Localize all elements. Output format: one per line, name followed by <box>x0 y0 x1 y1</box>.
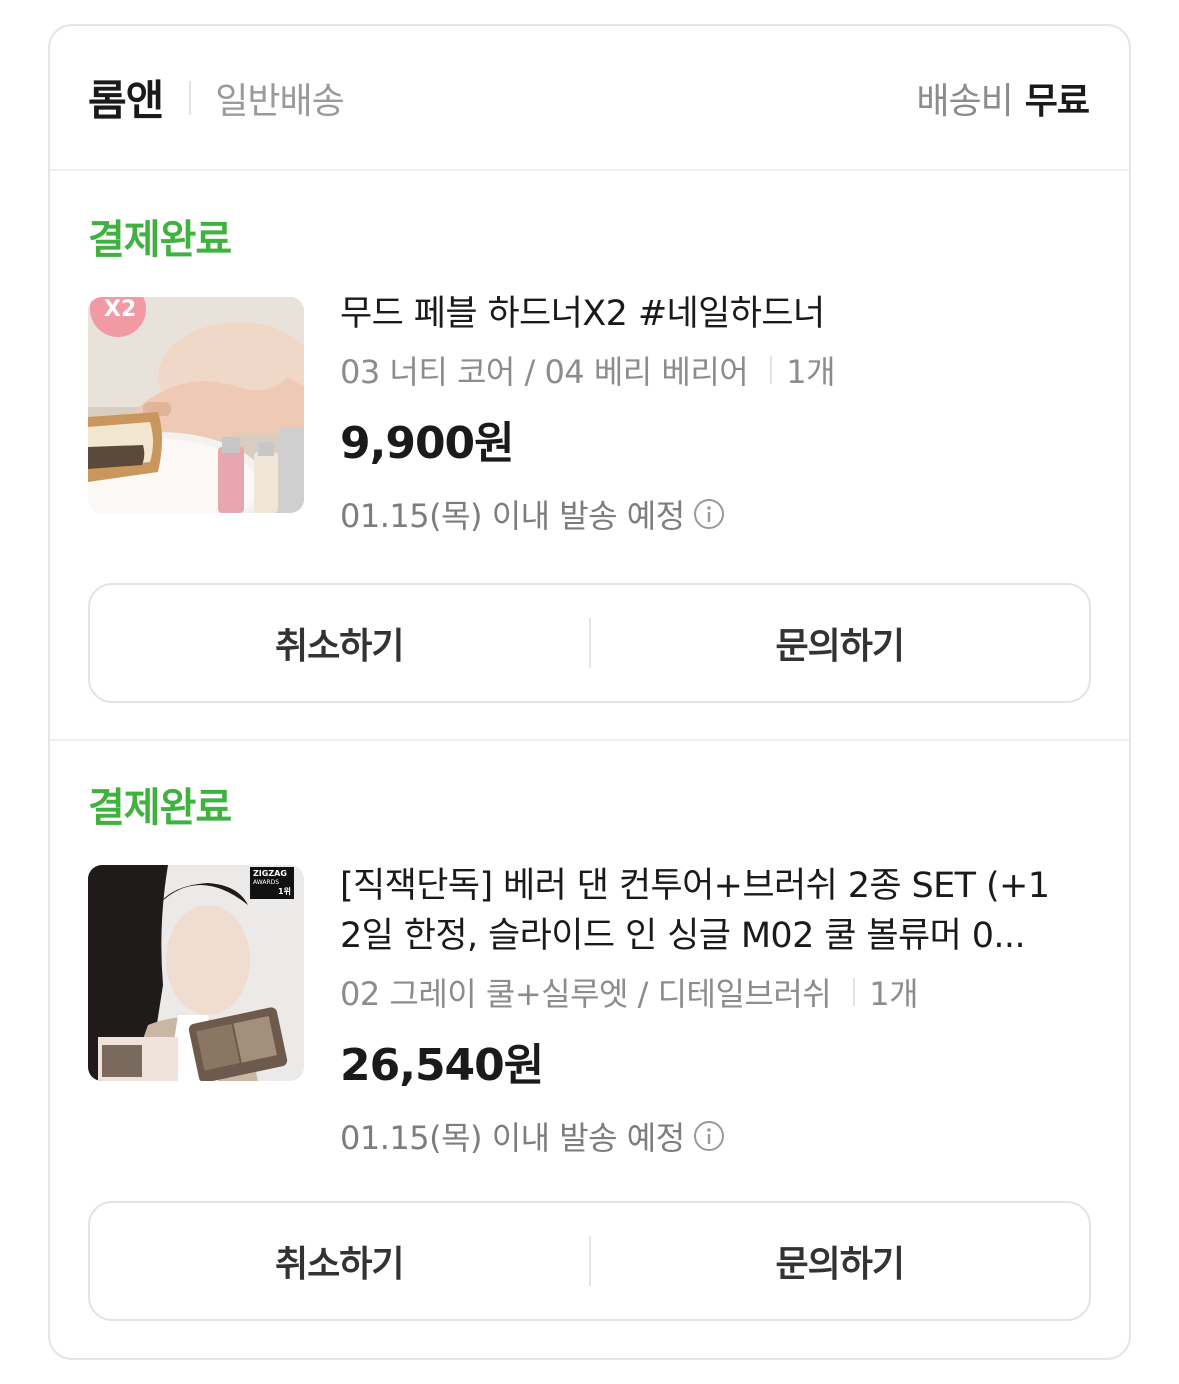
order-item: 결제완료 X2 무드 페블 하드너X2 #네일하드너 03 너티 코어 / 04… <box>50 171 1129 739</box>
product-option: 03 너티 코어 / 04 베리 베리어 1개 <box>340 347 1089 393</box>
order-card: 롬앤 일반배송 배송비 무료 결제완료 X2 무드 페블 하드너X2 #네일하드… <box>48 24 1131 1360</box>
header-divider <box>189 80 192 115</box>
order-status: 결제완료 <box>88 785 232 831</box>
product-price: 26,540원 <box>340 1040 544 1091</box>
store-name[interactable]: 롬앤 <box>88 67 164 128</box>
product-title[interactable]: [직잭단독] 베러 댄 컨투어+브러쉬 2종 SET (+1 2일 한정, 슬라… <box>340 861 1089 961</box>
product-title-line2: 2일 한정, 슬라이드 인 싱글 M02 쿨 볼류머 0... <box>340 916 1026 956</box>
option-divider <box>853 978 856 1006</box>
info-icon[interactable] <box>693 1120 725 1152</box>
cancel-button[interactable]: 취소하기 <box>90 1235 589 1287</box>
product-info: [직잭단독] 베러 댄 컨투어+브러쉬 2종 SET (+1 2일 한정, 슬라… <box>340 861 1089 1159</box>
quantity: 1개 <box>869 975 919 1013</box>
order-actions: 취소하기 문의하기 <box>88 583 1091 703</box>
shipping-fee-label: 배송비 <box>916 80 1013 122</box>
ship-date: 01.15(목) 이내 발송 예정 <box>340 1113 1089 1159</box>
info-icon[interactable] <box>693 498 725 530</box>
shipping-type: 일반배송 <box>215 80 344 122</box>
thumbnail-badge-rank: 1위 <box>278 887 291 896</box>
inquiry-button[interactable]: 문의하기 <box>591 617 1090 669</box>
product-image <box>88 297 304 513</box>
order-status: 결제완료 <box>88 217 232 263</box>
product-image <box>88 865 304 1081</box>
product-info: 무드 페블 하드너X2 #네일하드너 03 너티 코어 / 04 베리 베리어 … <box>340 289 1089 537</box>
product-title[interactable]: 무드 페블 하드너X2 #네일하드너 <box>340 289 1089 339</box>
ship-date-text: 01.15(목) 이내 발송 예정 <box>340 497 685 535</box>
quantity: 1개 <box>786 353 836 391</box>
product-option: 02 그레이 쿨+실루엣 / 디테일브러쉬 1개 <box>340 969 1089 1015</box>
product-thumbnail[interactable]: ZIGZAG AWARDS 1위 <box>88 865 304 1081</box>
thumbnail-badge: X2 <box>104 297 137 322</box>
thumbnail-badge-sub: AWARDS <box>253 879 280 886</box>
option-text: 03 너티 코어 / 04 베리 베리어 <box>340 353 749 391</box>
product-thumbnail[interactable]: X2 <box>88 297 304 513</box>
product-title-line1: [직잭단독] 베러 댄 컨투어+브러쉬 2종 SET (+1 <box>340 866 1050 906</box>
shipping-fee-value: 무료 <box>1024 80 1090 122</box>
ship-date-text: 01.15(목) 이내 발송 예정 <box>340 1119 685 1157</box>
thumbnail-badge: ZIGZAG <box>253 869 287 878</box>
ship-date: 01.15(목) 이내 발송 예정 <box>340 491 1089 537</box>
option-text: 02 그레이 쿨+실루엣 / 디테일브러쉬 <box>340 975 832 1013</box>
product-price: 9,900원 <box>340 418 515 469</box>
cancel-button[interactable]: 취소하기 <box>90 617 589 669</box>
inquiry-button[interactable]: 문의하기 <box>591 1235 1090 1287</box>
store-header: 롬앤 일반배송 배송비 무료 <box>50 26 1129 171</box>
store-header-left: 롬앤 일반배송 <box>88 67 345 128</box>
order-item: 결제완료 ZIGZAG AWARDS 1위 [직잭단독] 베러 댄 컨투어+브러… <box>50 739 1129 1358</box>
option-divider <box>770 356 773 384</box>
order-actions: 취소하기 문의하기 <box>88 1201 1091 1321</box>
shipping-fee: 배송비 무료 <box>916 72 1090 124</box>
